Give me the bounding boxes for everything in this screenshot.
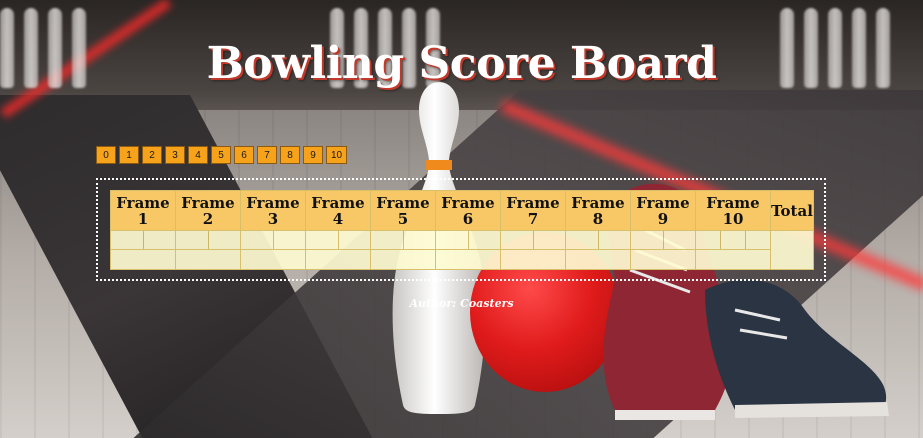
- frame-4-rolls: [305, 230, 371, 250]
- pin-button-7[interactable]: 7: [257, 146, 277, 164]
- frame-2-score: [175, 249, 241, 270]
- frame-10-rolls: [695, 230, 771, 250]
- roll-box: [599, 231, 631, 249]
- pin-count-buttons: 0 1 2 3 4 5 6 7 8 9 10: [96, 146, 348, 164]
- pin-button-8[interactable]: 8: [280, 146, 300, 164]
- frame-header-4: Frame 4: [305, 190, 371, 231]
- pin-button-0[interactable]: 0: [96, 146, 116, 164]
- frame-3-rolls: [240, 230, 306, 250]
- frame-number: 2: [202, 209, 214, 228]
- frame-header-3: Frame 3: [240, 190, 306, 231]
- cumulative-score-row: [110, 249, 814, 270]
- total-score-cell: [770, 230, 814, 270]
- frame-10-score: [695, 249, 771, 270]
- pin-button-5[interactable]: 5: [211, 146, 231, 164]
- pin-button-3[interactable]: 3: [165, 146, 185, 164]
- frame-5-rolls: [370, 230, 436, 250]
- pin-button-2[interactable]: 2: [142, 146, 162, 164]
- frame-4-score: [305, 249, 371, 270]
- roll-box: [371, 231, 404, 249]
- frame-number: 5: [397, 209, 409, 228]
- pin-button-6[interactable]: 6: [234, 146, 254, 164]
- frame-8-rolls: [565, 230, 631, 250]
- frame-header-1: Frame 1: [110, 190, 176, 231]
- frame-9-rolls: [630, 230, 696, 250]
- pin-button-10[interactable]: 10: [326, 146, 348, 164]
- roll-box: [696, 231, 721, 249]
- frame-number: 8: [592, 209, 604, 228]
- roll-box: [339, 231, 371, 249]
- frame-1-score: [110, 249, 176, 270]
- frame-6-score: [435, 249, 501, 270]
- roll-box: [176, 231, 209, 249]
- total-header: Total: [770, 190, 814, 231]
- roll-box: [274, 231, 306, 249]
- frame-9-score: [630, 249, 696, 270]
- frame-number: 4: [332, 209, 344, 228]
- frame-number: 3: [267, 209, 279, 228]
- frame-header-row: Frame 1 Frame 2 Frame 3 Frame 4 Frame 5 Frame 6 Fram…: [110, 190, 814, 231]
- frame-1-rolls: [110, 230, 176, 250]
- pin-button-1[interactable]: 1: [119, 146, 139, 164]
- frame-5-score: [370, 249, 436, 270]
- roll-box: [436, 231, 469, 249]
- frame-2-rolls: [175, 230, 241, 250]
- roll-box: [241, 231, 274, 249]
- roll-box: [664, 231, 696, 249]
- frame-header-5: Frame 5: [370, 190, 436, 231]
- frame-header-2: Frame 2: [175, 190, 241, 231]
- frame-header-7: Frame 7: [500, 190, 566, 231]
- frame-header-9: Frame 9: [630, 190, 696, 231]
- frame-number: 7: [527, 209, 539, 228]
- roll-box: [746, 231, 770, 249]
- frame-6-rolls: [435, 230, 501, 250]
- roll-box: [631, 231, 664, 249]
- roll-box: [404, 231, 436, 249]
- roll-box: [501, 231, 534, 249]
- roll-box: [469, 231, 501, 249]
- pin-button-9[interactable]: 9: [303, 146, 323, 164]
- page-title: Bowling Score Board: [206, 38, 717, 89]
- frame-number: 6: [462, 209, 474, 228]
- frame-header-8: Frame 8: [565, 190, 631, 231]
- author-credit: Author: Coasters: [409, 297, 514, 310]
- roll-box: [144, 231, 176, 249]
- frame-number: 9: [657, 209, 669, 228]
- frame-3-score: [240, 249, 306, 270]
- roll-box: [534, 231, 566, 249]
- roll-score-row: [110, 230, 814, 270]
- scoreboard-table: Frame 1 Frame 2 Frame 3 Frame 4 Frame 5 Frame 6 Fram…: [110, 190, 814, 270]
- frame-7-rolls: [500, 230, 566, 250]
- frame-number: 1: [137, 209, 149, 228]
- frame-header-6: Frame 6: [435, 190, 501, 231]
- pin-button-4[interactable]: 4: [188, 146, 208, 164]
- roll-box: [306, 231, 339, 249]
- roll-box: [111, 231, 144, 249]
- frame-number: 10: [722, 209, 744, 228]
- frame-header-10: Frame 10: [695, 190, 771, 231]
- frame-8-score: [565, 249, 631, 270]
- roll-box: [721, 231, 746, 249]
- roll-box: [209, 231, 241, 249]
- frame-7-score: [500, 249, 566, 270]
- roll-box: [566, 231, 599, 249]
- scoreboard-container: Frame 1 Frame 2 Frame 3 Frame 4 Frame 5 Frame 6 Fram…: [96, 178, 826, 281]
